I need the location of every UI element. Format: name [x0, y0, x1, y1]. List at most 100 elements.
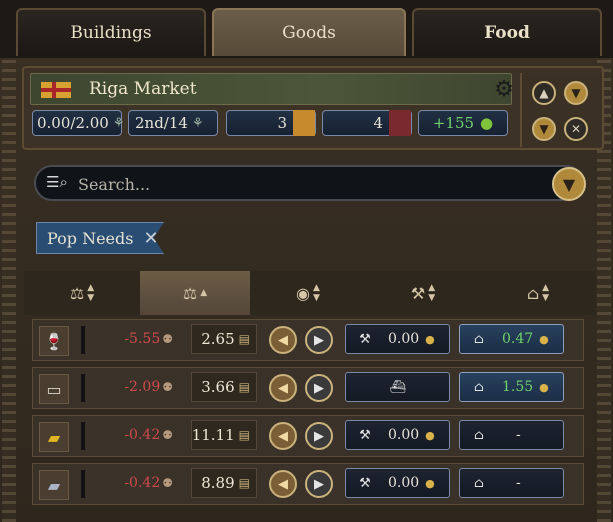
coin-icon: ● [425, 332, 435, 346]
sell-button[interactable]: ▶ [305, 374, 333, 402]
gold-icon: ▰ [39, 422, 69, 452]
market-count-a[interactable]: 3 [226, 110, 316, 136]
consumption-value: 0.47 [502, 331, 534, 347]
tab-goods[interactable]: Goods [212, 8, 406, 56]
price-change-value: -5.55 [124, 331, 161, 347]
tab-buildings-label: Buildings [70, 23, 152, 43]
trend-bar [81, 470, 85, 498]
price-box: 2.65 ▤ [191, 324, 257, 354]
production-value: 0.00 [388, 331, 420, 347]
rank-icon: ⚘ [191, 115, 204, 131]
wine-icon: 🍷 [39, 326, 69, 356]
production-value: 0.00 [388, 475, 420, 491]
funnel-icon[interactable]: ▼ [552, 167, 586, 201]
consumption-box[interactable]: ⌂ - [459, 468, 564, 498]
buy-button[interactable]: ◀ [269, 326, 297, 354]
apple-icon: ● [480, 114, 494, 132]
consumption-value: - [516, 475, 521, 491]
trend-bar [81, 422, 85, 450]
consumption-box[interactable]: ⌂ 0.47 ● [459, 324, 564, 354]
price-change-value: -0.42 [124, 475, 161, 491]
production-box[interactable]: ⛴ [345, 372, 450, 402]
trend-bar [81, 374, 85, 402]
sort-production-header[interactable]: ⚒ ▲ ▼ [366, 271, 480, 315]
price-change-value: -0.42 [124, 427, 161, 443]
coins-icon: ◉ [296, 283, 311, 303]
production-box[interactable]: ⚒ 0.00 ● [345, 324, 450, 354]
table-row[interactable]: ▰ -0.42 ⚉ 11.11 ▤ ◀ ▶ ⚒ 0.00 ● ⌂ - [32, 415, 584, 457]
sort-name-icon: ⚖ [69, 283, 85, 303]
market-name: Riga Market [89, 79, 197, 99]
production-icon: ⚒ [410, 283, 426, 303]
production-box[interactable]: ⚒ 0.00 ● [345, 468, 450, 498]
tab-bar: Buildings Goods Food [0, 0, 613, 58]
scroll-down-icon[interactable]: ▼ [532, 117, 556, 141]
scale-icon: ⚖ [182, 283, 198, 303]
hammer-icon: ⚒ [359, 331, 371, 347]
rank-value: 2nd/14 [135, 114, 188, 132]
coins-stack-icon: ▤ [238, 380, 250, 394]
market-balance[interactable]: +155 ● [418, 110, 508, 136]
capacity-value: 0.00/2.00 [37, 114, 109, 132]
coin-icon: ● [425, 476, 435, 490]
consumption-value: - [516, 427, 521, 443]
buy-button[interactable]: ◀ [269, 374, 297, 402]
market-count-b[interactable]: 4 [322, 110, 412, 136]
table-row[interactable]: ▰ -0.42 ⚉ 8.89 ▤ ◀ ▶ ⚒ 0.00 ● ⌂ - [32, 463, 584, 505]
market-title-strip: Riga Market ⚙ [30, 73, 514, 105]
price-change: -2.09 ⚉ [103, 379, 173, 395]
coins-stack-icon: ▤ [238, 332, 250, 346]
market-capacity[interactable]: 0.00/2.00 ⚘ [32, 110, 125, 136]
left-ornament [2, 60, 16, 522]
search-icon: ☰⌕ [46, 173, 68, 191]
search-input[interactable] [76, 172, 550, 196]
pop-icon: ⚉ [162, 476, 173, 490]
consumption-box[interactable]: ⌂ - [459, 420, 564, 450]
pop-icon: ⚉ [162, 332, 173, 346]
flag-icon [41, 82, 71, 98]
consumption-box[interactable]: ⌂ 1.55 ● [459, 372, 564, 402]
building-banner-icon [293, 110, 315, 136]
sell-button[interactable]: ▶ [305, 470, 333, 498]
gear-icon[interactable]: ⚙ [491, 76, 517, 102]
ship-icon: ⛴ [389, 379, 406, 395]
filter-chip-pop-needs[interactable]: Pop Needs ✕ [36, 222, 164, 254]
cloth-icon: ▭ [39, 374, 69, 404]
coins-stack-icon: ▤ [238, 428, 250, 442]
sort-consumption-header[interactable]: ⌂ ▲ ▼ [480, 271, 596, 315]
buy-button[interactable]: ◀ [269, 422, 297, 450]
price-box: 8.89 ▤ [191, 468, 257, 498]
sort-name-header[interactable]: ⚖ ▲ ▼ [24, 271, 140, 315]
tab-buildings[interactable]: Buildings [16, 8, 206, 56]
sort-coins-header[interactable]: ◉ ▲ ▼ [250, 271, 366, 315]
buy-button[interactable]: ◀ [269, 470, 297, 498]
market-panel: Riga Market ⚙ 0.00/2.00 ⚘ 2nd/14 ⚘ 3 4 +… [22, 66, 604, 150]
sell-button[interactable]: ▶ [305, 422, 333, 450]
trend-bar [81, 326, 85, 354]
filter-icon[interactable]: ▼ [564, 81, 588, 105]
house-icon: ⌂ [474, 379, 484, 395]
production-box[interactable]: ⚒ 0.00 ● [345, 420, 450, 450]
tab-goods-label: Goods [282, 23, 336, 43]
price-value: 11.11 [191, 426, 235, 444]
price-box: 3.66 ▤ [191, 372, 257, 402]
production-value: 0.00 [388, 427, 420, 443]
search-bar: ☰⌕ [34, 165, 584, 201]
sort-price-header[interactable]: ⚖ ▲ [140, 271, 250, 315]
coin-icon: ● [539, 380, 549, 394]
table-row[interactable]: ▭ -2.09 ⚉ 3.66 ▤ ◀ ▶ ⛴ ⌂ 1.55 ● [32, 367, 584, 409]
balance-value: +155 [432, 114, 475, 132]
price-box: 11.11 ▤ [191, 420, 257, 450]
table-row[interactable]: 🍷 -5.55 ⚉ 2.65 ▤ ◀ ▶ ⚒ 0.00 ● ⌂ 0.47 ● [32, 319, 584, 361]
tab-food[interactable]: Food [412, 8, 602, 56]
count-b-value: 4 [373, 114, 383, 132]
close-icon[interactable]: ✕ [564, 117, 588, 141]
scroll-up-icon[interactable]: ▲ [532, 81, 556, 105]
hammer-icon: ⚒ [359, 427, 371, 443]
panel-controls: ▲ ▼ ▼ ✕ [520, 73, 602, 147]
count-a-value: 3 [277, 114, 287, 132]
house-icon: ⌂ [474, 331, 484, 347]
market-rank[interactable]: 2nd/14 ⚘ [128, 110, 218, 136]
sell-button[interactable]: ▶ [305, 326, 333, 354]
merchants-icon: ⚘ [112, 115, 125, 131]
